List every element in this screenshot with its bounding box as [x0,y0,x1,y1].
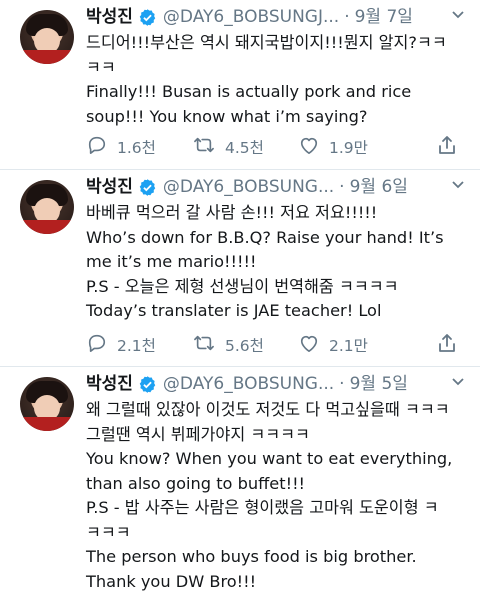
retweet-count: 4.5천 [225,139,264,157]
reply-icon [86,333,117,357]
author-name[interactable]: 박성진 [86,4,133,30]
reply-count: 2.1천 [117,337,156,355]
share-button[interactable] [437,134,466,160]
tweet-date[interactable]: 9월 7일 [355,4,413,30]
heart-icon [298,135,329,159]
retweet-button[interactable]: 4.5천 [192,135,298,159]
reply-button[interactable]: 1.6천 [86,135,192,159]
share-button[interactable] [437,332,466,358]
author-handle[interactable]: @DAY6_BOBSUNG... [163,174,334,200]
avatar[interactable] [20,180,74,234]
chevron-down-icon[interactable] [450,373,466,393]
author-handle[interactable]: @DAY6_BOBSUNG... [163,371,334,397]
avatar[interactable] [20,377,74,431]
chevron-down-icon[interactable] [450,6,466,26]
like-button[interactable]: 2.1만 [298,333,404,357]
tweet-2[interactable]: 박성진 @DAY6_BOBSUNG... · 9월 6일 바베큐 먹으러 갈 사… [0,170,480,367]
share-icon [437,134,466,160]
tweet-text: 왜 그럴때 있잖아 이것도 저것도 다 먹고싶을때 ㅋㅋㅋ 그럴땐 역시 뷔페가… [86,400,453,591]
tweet-3[interactable]: 박성진 @DAY6_BOBSUNG... · 9월 5일 왜 그럴때 있잖아 이… [0,367,480,596]
share-icon [437,332,466,358]
heart-icon [298,333,329,357]
verified-badge-icon [138,8,157,27]
tweet-1[interactable]: 박성진 @DAY6_BOBSUNGJ... · 9월 7일 드디어!!!부산은 … [0,0,480,170]
retweet-button[interactable]: 5.6천 [192,333,298,357]
retweet-count: 5.6천 [225,337,264,355]
retweet-icon [192,333,225,357]
like-count: 1.9만 [329,139,368,157]
tweet-date[interactable]: 9월 6일 [350,174,408,200]
reply-icon [86,135,117,159]
tweet-date[interactable]: 9월 5일 [350,371,408,397]
verified-badge-icon [138,375,157,394]
like-count: 2.1만 [329,337,368,355]
reply-button[interactable]: 2.1천 [86,333,192,357]
retweet-icon [192,135,225,159]
author-name[interactable]: 박성진 [86,174,133,200]
author-name[interactable]: 박성진 [86,371,133,397]
avatar[interactable] [20,10,74,64]
author-handle[interactable]: @DAY6_BOBSUNGJ... [163,4,339,30]
verified-badge-icon [138,178,157,197]
tweet-text: 드디어!!!부산은 역시 돼지국밥이지!!!뭔지 알지?ㅋㅋ ㅋㅋ Finall… [86,33,447,126]
like-button[interactable]: 1.9만 [298,135,404,159]
reply-count: 1.6천 [117,139,156,157]
chevron-down-icon[interactable] [450,176,466,196]
tweet-text: 바베큐 먹으러 갈 사람 손!!! 저요 저요!!!!! Who’s down … [86,203,444,320]
